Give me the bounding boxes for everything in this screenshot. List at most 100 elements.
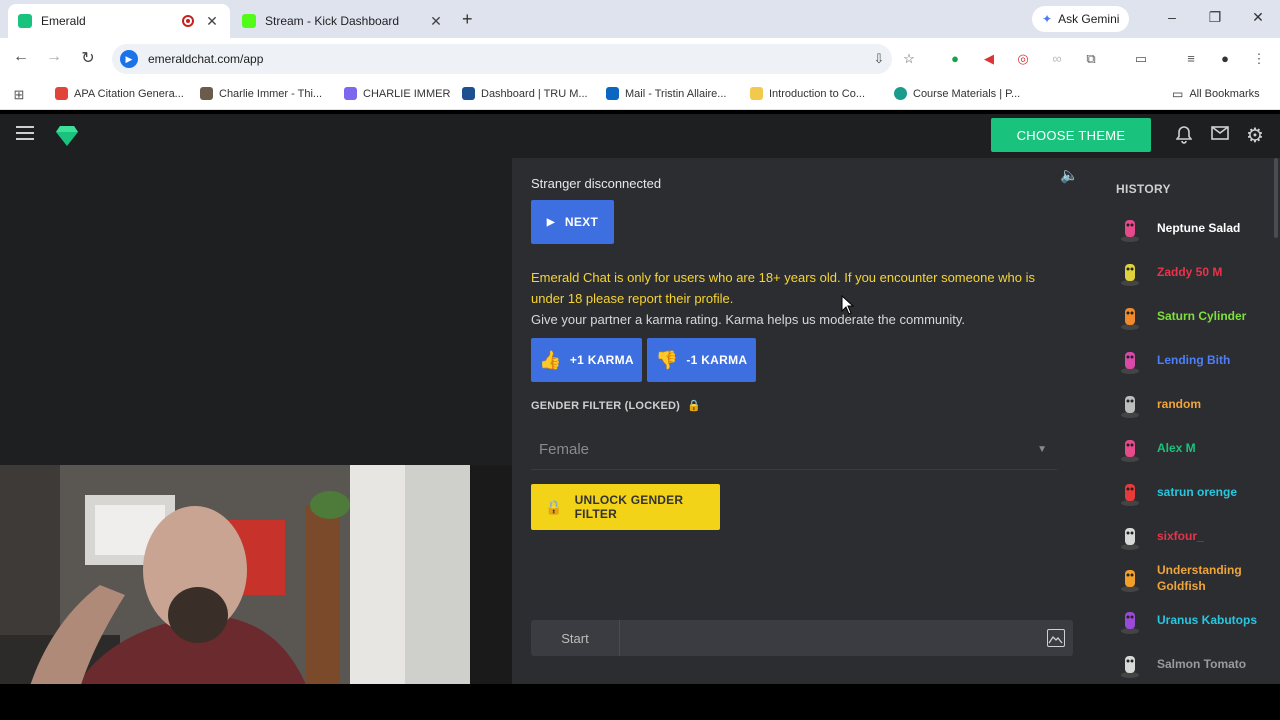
gender-filter-select[interactable]: Female ▼ bbox=[531, 430, 1057, 470]
reload-icon[interactable]: ↻ bbox=[77, 48, 99, 68]
notifications-bell-icon[interactable] bbox=[1174, 126, 1194, 146]
emerald-favicon-icon bbox=[18, 14, 32, 28]
gender-filter-value: Female bbox=[539, 441, 590, 458]
history-sidebar: HISTORY Neptune Salad Zaddy 50 M Saturn Cy… bbox=[1092, 158, 1280, 684]
minimize-icon[interactable]: – bbox=[1162, 9, 1182, 25]
bookmark-item[interactable]: Dashboard | TRU M... bbox=[462, 87, 588, 100]
avatar bbox=[1116, 522, 1144, 550]
plus-karma-button[interactable]: 👍 +1 KARMA bbox=[531, 338, 642, 382]
ask-gemini-label: Ask Gemini bbox=[1058, 12, 1120, 26]
grammarly-extension-icon[interactable]: ● bbox=[946, 50, 964, 68]
bottom-bar bbox=[0, 684, 1280, 720]
settings-gear-icon[interactable]: ⚙ bbox=[1245, 126, 1265, 146]
webcam-feed bbox=[0, 465, 512, 720]
minus-karma-button[interactable]: 👎 -1 KARMA bbox=[647, 338, 756, 382]
video-pane bbox=[0, 158, 512, 720]
kick-favicon-icon bbox=[242, 14, 256, 28]
bookmark-item[interactable]: Mail - Tristin Allaire... bbox=[606, 87, 726, 100]
volume-icon[interactable]: 🔈 bbox=[1060, 166, 1079, 184]
media-controls-icon[interactable]: ≡ bbox=[1182, 50, 1200, 68]
tab-kick-dashboard[interactable]: Stream - Kick Dashboard ✕ bbox=[232, 4, 454, 38]
history-item-name: Alex M bbox=[1157, 441, 1196, 455]
messages-envelope-icon[interactable] bbox=[1210, 126, 1230, 146]
profile-avatar-icon[interactable]: ● bbox=[1216, 50, 1234, 68]
age-notice: Emerald Chat is only for users who are 1… bbox=[531, 270, 1036, 306]
lock-icon: 🔒 bbox=[687, 400, 702, 412]
link-extension-icon[interactable]: ∞ bbox=[1048, 50, 1066, 68]
avatar bbox=[1116, 434, 1144, 462]
bookmark-label: Mail - Tristin Allaire... bbox=[625, 87, 727, 100]
close-window-icon[interactable]: ✕ bbox=[1248, 9, 1268, 26]
browser-toolbar: ← → ↻ ▶ emeraldchat.com/app ⇩ ☆ ● ◀ ◎ ∞ … bbox=[0, 38, 1280, 80]
bookmark-item[interactable]: CHARLIE IMMER bbox=[344, 87, 450, 100]
bookmark-favicon-icon bbox=[894, 87, 907, 100]
screen-capture-extension-icon[interactable]: ◎ bbox=[1014, 50, 1032, 68]
history-item-name: random bbox=[1157, 397, 1202, 411]
bookmark-star-icon[interactable]: ☆ bbox=[900, 50, 918, 68]
tab-emerald[interactable]: Emerald ✕ bbox=[8, 4, 230, 38]
emerald-logo-icon[interactable] bbox=[56, 126, 78, 151]
side-panel-icon[interactable]: ▭ bbox=[1132, 50, 1150, 68]
next-button[interactable]: ▶ NEXT bbox=[531, 200, 614, 244]
history-item[interactable]: Alex M bbox=[1116, 434, 1276, 462]
history-item[interactable]: sixfour_ bbox=[1116, 522, 1276, 550]
app-header: CHOOSE THEME ⚙ bbox=[0, 114, 1280, 158]
bookmark-favicon-icon bbox=[200, 87, 213, 100]
install-app-icon[interactable]: ⇩ bbox=[870, 50, 888, 68]
ask-gemini-button[interactable]: ✦ Ask Gemini bbox=[1032, 6, 1130, 32]
address-bar[interactable]: ▶ emeraldchat.com/app bbox=[112, 44, 892, 74]
bookmark-label: Charlie Immer - Thi... bbox=[219, 87, 323, 100]
avatar bbox=[1116, 214, 1144, 242]
history-item[interactable]: Uranus Kabutops bbox=[1116, 606, 1276, 634]
history-item[interactable]: Zaddy 50 M bbox=[1116, 258, 1276, 286]
start-button[interactable]: Start bbox=[531, 620, 620, 656]
history-item-name: Lending Bith bbox=[1157, 353, 1231, 367]
bookmark-label: Dashboard | TRU M... bbox=[481, 87, 588, 100]
bookmark-item[interactable]: Introduction to Co... bbox=[750, 87, 865, 100]
megaphone-extension-icon[interactable]: ◀ bbox=[980, 50, 998, 68]
bookmark-label: Course Materials | P... bbox=[913, 87, 1021, 100]
browser-menu-icon[interactable]: ⋮ bbox=[1250, 50, 1268, 68]
bookmark-item[interactable]: Charlie Immer - Thi... bbox=[200, 87, 322, 100]
history-item[interactable]: Lending Bith bbox=[1116, 346, 1276, 374]
message-composer[interactable]: Start bbox=[531, 620, 1073, 656]
history-item[interactable]: Neptune Salad bbox=[1116, 214, 1276, 242]
unlock-gender-filter-button[interactable]: 🔒 UNLOCK GENDER FILTER bbox=[531, 484, 720, 530]
tab-title: Emerald bbox=[41, 14, 86, 28]
bookmark-label: APA Citation Genera... bbox=[74, 87, 184, 100]
history-title: HISTORY bbox=[1116, 182, 1171, 196]
mouse-cursor-icon bbox=[841, 294, 855, 320]
avatar bbox=[1116, 302, 1144, 330]
hamburger-menu-icon[interactable] bbox=[16, 126, 34, 140]
bookmark-item[interactable]: APA Citation Genera... bbox=[55, 87, 184, 100]
choose-theme-button[interactable]: CHOOSE THEME bbox=[991, 118, 1151, 152]
bookmark-favicon-icon bbox=[344, 87, 357, 100]
extensions-puzzle-icon[interactable]: ⧉ bbox=[1082, 50, 1100, 68]
history-item[interactable]: Salmon Tomato bbox=[1116, 650, 1276, 678]
play-icon: ▶ bbox=[546, 216, 555, 228]
back-icon[interactable]: ← bbox=[10, 48, 32, 66]
forward-icon[interactable]: → bbox=[43, 48, 65, 66]
dropdown-caret-icon: ▼ bbox=[1037, 444, 1047, 455]
site-info-icon[interactable]: ▶ bbox=[120, 50, 138, 68]
close-tab-icon[interactable]: ✕ bbox=[428, 13, 444, 30]
chat-panel: Stranger disconnected 🔈 ▶ NEXT Emerald C… bbox=[512, 158, 1092, 684]
history-item[interactable]: Understanding Goldfish bbox=[1116, 562, 1276, 594]
bookmark-item[interactable]: Course Materials | P... bbox=[894, 87, 1020, 100]
close-tab-icon[interactable]: ✕ bbox=[204, 13, 220, 30]
history-item[interactable]: Saturn Cylinder bbox=[1116, 302, 1276, 330]
all-bookmarks-label: All Bookmarks bbox=[1189, 88, 1260, 100]
karma-description: Give your partner a karma rating. Karma … bbox=[531, 312, 966, 327]
new-tab-icon[interactable]: + bbox=[462, 9, 473, 30]
tab-title: Stream - Kick Dashboard bbox=[265, 14, 400, 28]
image-upload-icon[interactable] bbox=[1047, 629, 1065, 647]
recording-icon bbox=[182, 15, 194, 27]
history-item[interactable]: random bbox=[1116, 390, 1276, 418]
gender-filter-label: GENDER FILTER (LOCKED) 🔒 bbox=[531, 399, 701, 412]
all-bookmarks-button[interactable]: ▭ All Bookmarks bbox=[1172, 87, 1260, 101]
avatar bbox=[1116, 650, 1144, 678]
restore-icon[interactable]: ❐ bbox=[1205, 9, 1225, 26]
apps-grid-icon[interactable]: ⊞ bbox=[10, 86, 28, 104]
history-item-name: Zaddy 50 M bbox=[1157, 265, 1223, 279]
history-item[interactable]: satrun orenge bbox=[1116, 478, 1276, 506]
